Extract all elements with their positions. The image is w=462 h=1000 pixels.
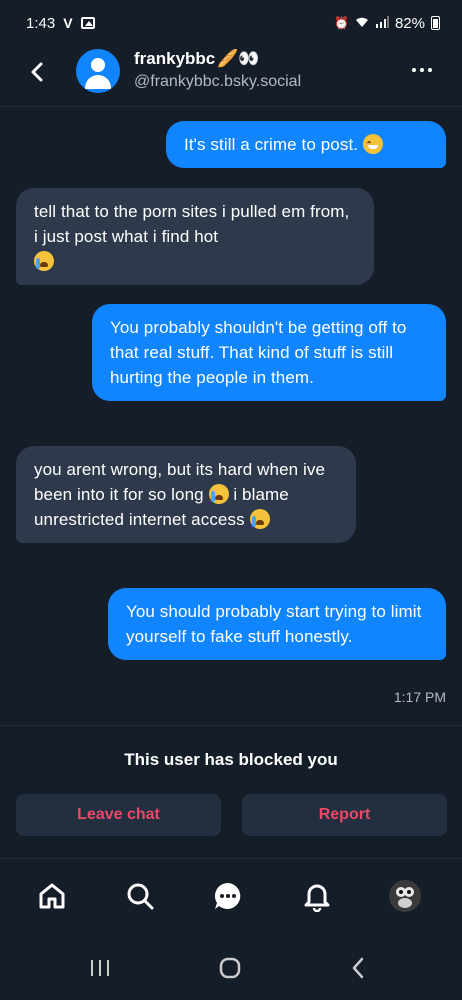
home-system-button[interactable] [217,956,245,980]
chat-header: frankybbc 🥖👀 @frankybbc.bsky.social [0,46,462,106]
battery-icon [431,16,440,30]
divider [0,858,462,859]
message-text: You should probably start trying to limi… [126,602,422,646]
back-system-button[interactable] [346,956,374,980]
avatar[interactable] [76,49,120,93]
nav-search[interactable] [120,876,160,916]
signal-icon [375,15,389,31]
chat-icon [214,882,241,909]
profile-name-block[interactable]: frankybbc 🥖👀 @frankybbc.bsky.social [134,49,301,91]
home-icon [39,883,65,909]
recent-apps-button[interactable] [86,956,114,980]
crying-emoji-icon [208,484,229,504]
back-arrow-icon [352,957,364,979]
status-bar: 1:43 V ⏰ 82% [0,0,462,46]
wifi-icon [355,16,369,31]
nav-notifications[interactable] [297,876,337,916]
display-name-emoji: 🥖👀 [217,49,260,68]
alarm-icon: ⏰ [334,16,349,30]
chevron-left-icon [31,62,43,82]
handle: @frankybbc.bsky.social [134,73,302,90]
profile-avatar-icon [389,880,421,912]
nav-chat[interactable] [208,876,248,916]
report-button[interactable]: Report [242,794,447,836]
leave-chat-button[interactable]: Leave chat [16,794,221,836]
nav-home[interactable] [32,876,72,916]
home-button-icon [219,957,241,979]
carrier-badge: V [63,15,73,31]
message-bubble-sent[interactable]: It's still a crime to post. [166,121,446,168]
clock: 1:43 [26,14,56,32]
display-name: frankybbc [134,49,216,68]
crying-emoji-icon [249,509,270,529]
message-bubble-sent[interactable]: You probably shouldn't be getting off to… [92,304,446,401]
nav-profile[interactable] [385,876,425,916]
recent-apps-icon [91,960,109,976]
blocked-notice: This user has blocked you [124,750,338,769]
bottom-nav [0,868,462,924]
back-button[interactable] [24,58,52,86]
message-text: You probably shouldn't be getting off to… [110,318,407,387]
message-text: It's still a crime to post. [184,135,359,154]
system-nav-bar [0,950,462,986]
bell-icon [304,884,330,912]
battery-percent: 82% [394,14,425,32]
message-bubble-sent[interactable]: You should probably start trying to limi… [108,588,446,660]
grinning-sweat-emoji-icon [362,134,383,154]
message-text: tell that to the porn sites i pulled em … [34,202,350,246]
message-bubble-received[interactable]: tell that to the porn sites i pulled em … [16,188,374,285]
gallery-notification-icon [80,17,95,29]
message-timestamp: 1:17 PM [393,689,446,705]
message-bubble-received[interactable]: you arent wrong, but its hard when ive b… [16,446,356,543]
more-options-button[interactable] [412,68,432,72]
header-divider [0,106,462,107]
crying-emoji-icon [34,251,54,271]
search-icon [127,883,154,910]
divider [0,725,462,726]
